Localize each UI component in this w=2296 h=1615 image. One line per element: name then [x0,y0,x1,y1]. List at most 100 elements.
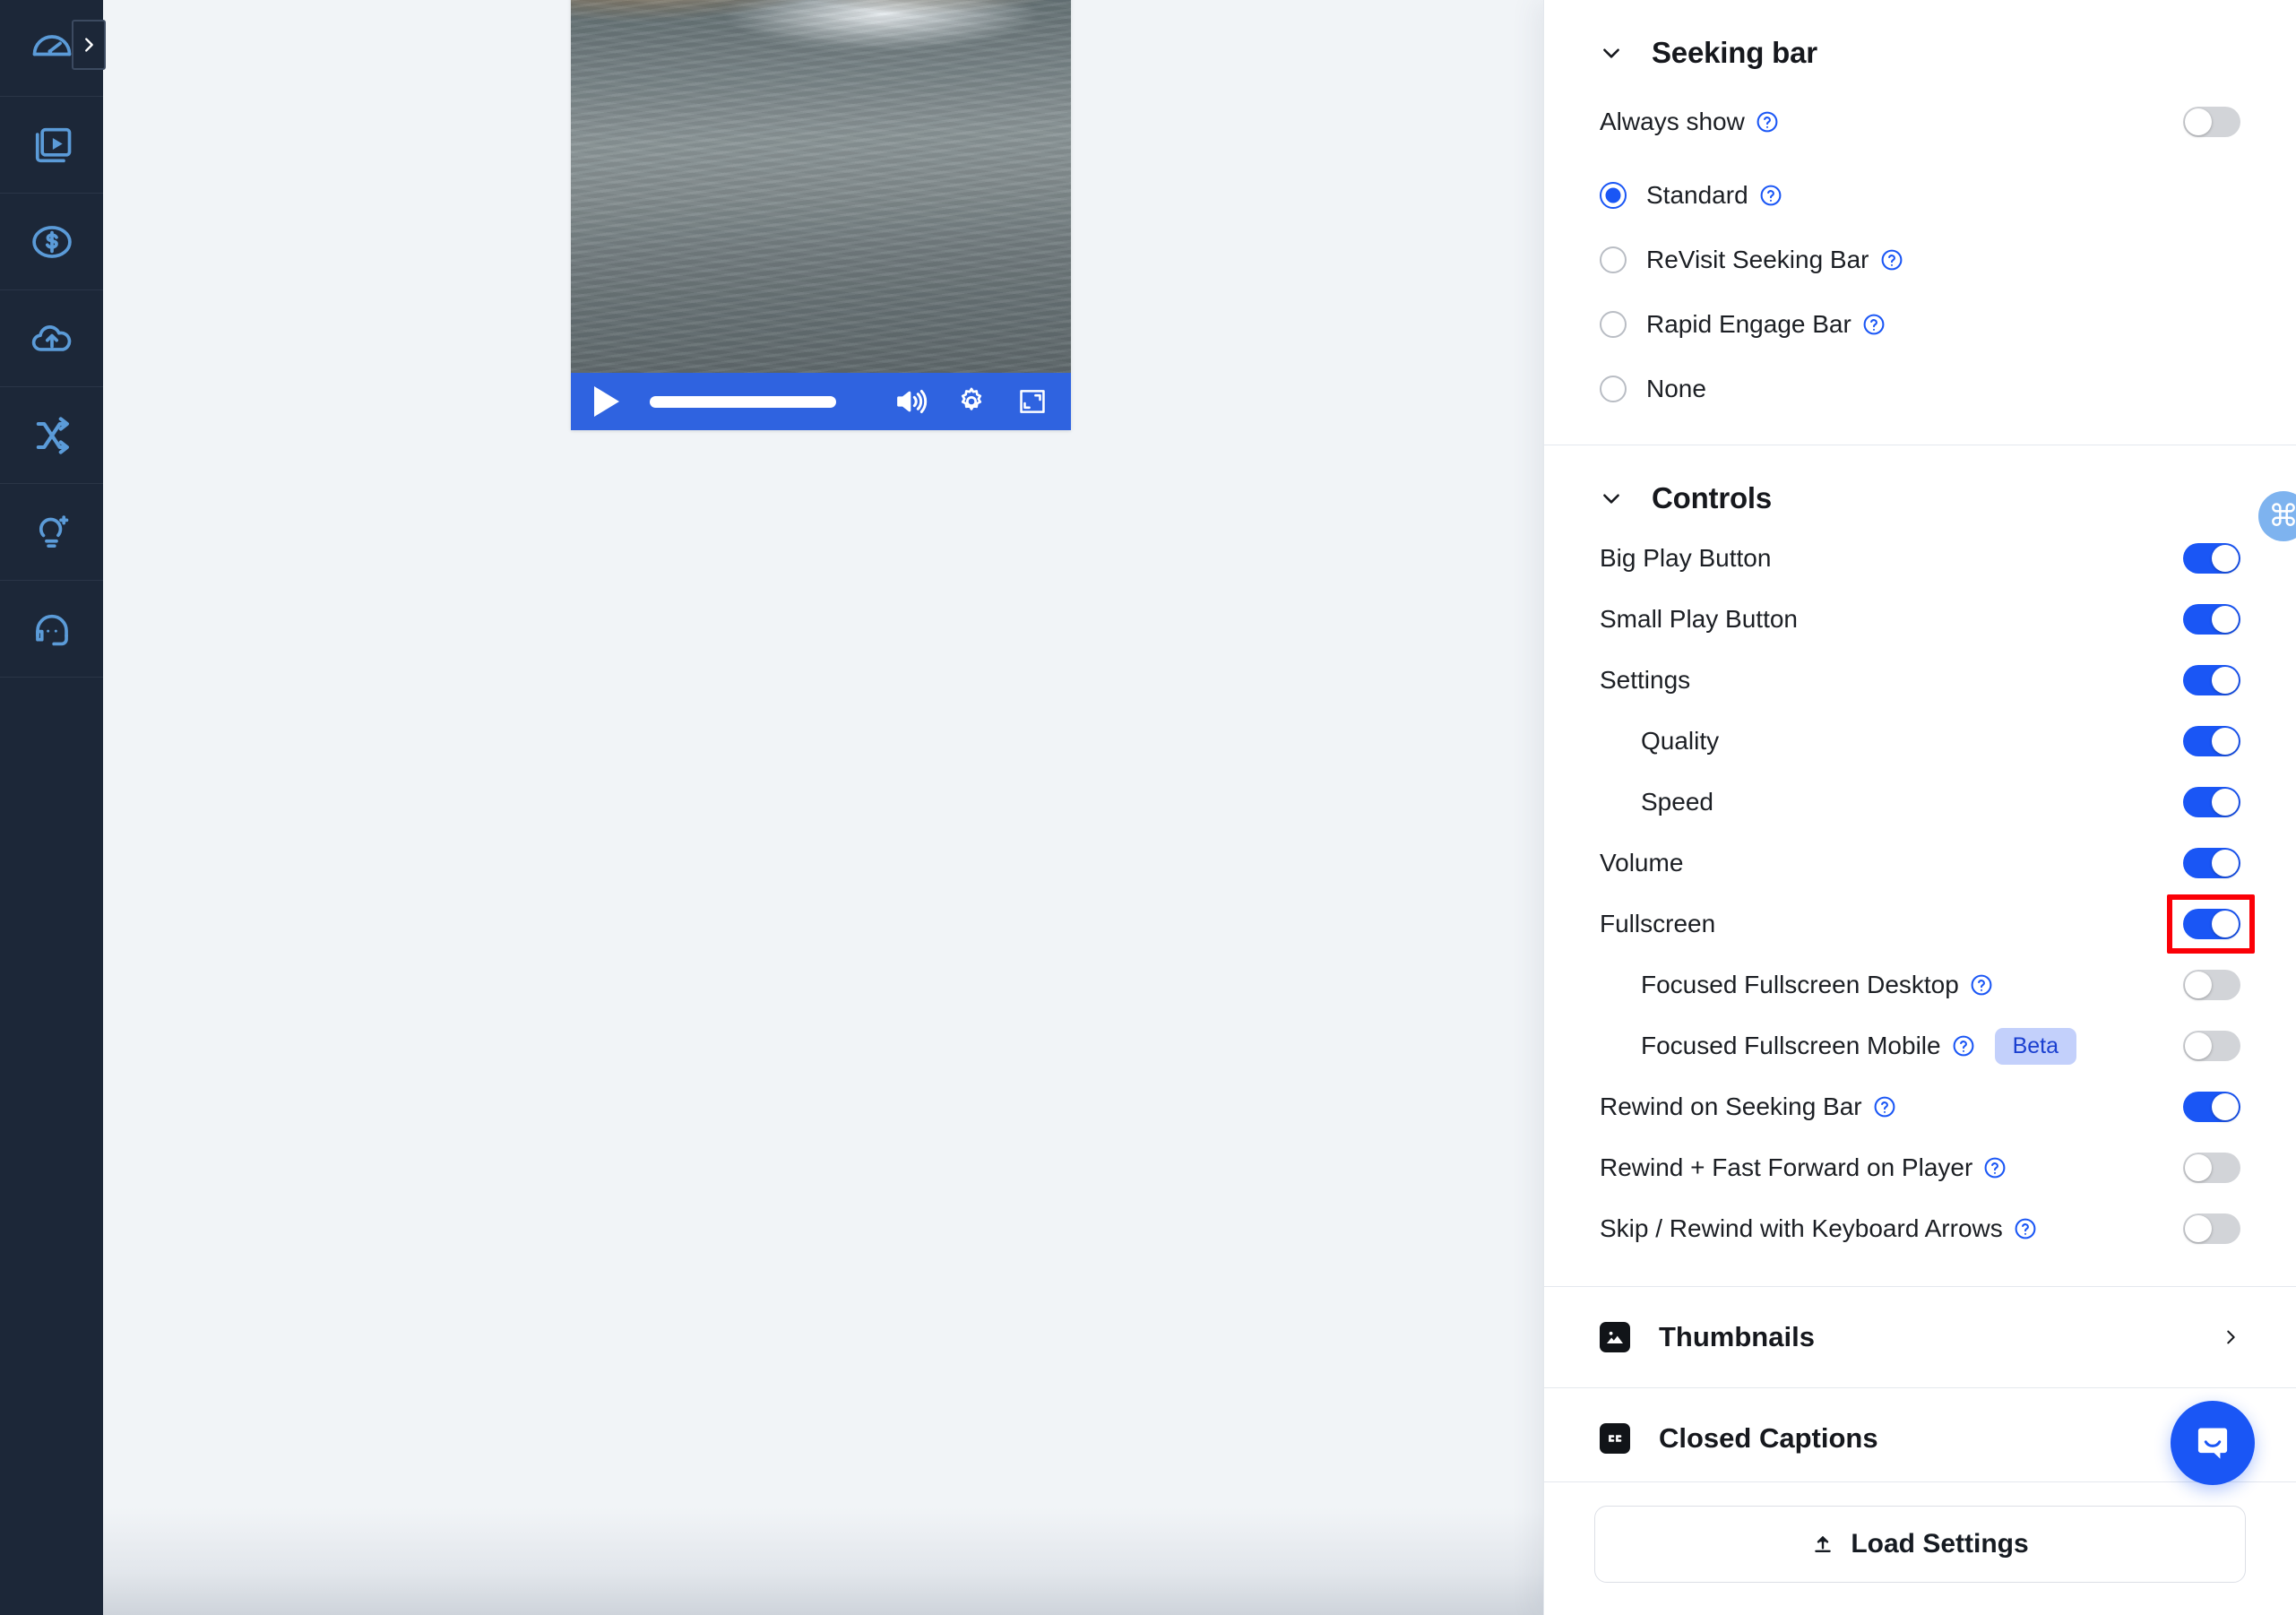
setting-label: Fullscreen [1600,910,1716,937]
toggle-fullscreen[interactable] [2183,909,2240,939]
play-icon[interactable] [594,386,619,417]
radio-none[interactable] [1600,376,1627,402]
lightbulb-sparkle-icon [39,514,68,548]
toggle-knob [2212,789,2239,816]
toggle-knob [2212,1093,2239,1120]
section-header-seeking-bar[interactable]: Seeking bar [1600,0,2240,70]
section-header-controls[interactable]: Controls [1600,445,2240,515]
setting-label: Big Play Button [1600,544,1772,572]
sidebar-item-videos[interactable] [0,97,103,194]
setting-label: Focused Fullscreen Desktop [1641,971,1959,998]
speedometer-icon [32,34,71,56]
toggle-knob [2185,1154,2212,1181]
help-icon[interactable] [1756,110,1779,134]
setting-label: Rewind on Seeking Bar [1600,1092,1862,1120]
section-title: Seeking bar [1652,36,1817,69]
seek-bar[interactable] [650,395,836,408]
radio-rapid-engage-bar[interactable] [1600,311,1627,338]
help-icon[interactable] [1970,973,1993,997]
setting-label: Small Play Button [1600,605,1798,633]
settings-panel-scroll[interactable]: Seeking bar Always show Standard ReVisit… [1544,0,2296,1481]
load-settings-label: Load Settings [1851,1529,2029,1559]
toggle-rewind-fast-forward-on-player[interactable] [2183,1153,2240,1183]
radio-label: ReVisit Seeking Bar [1646,246,1869,273]
setting-row-speed: Speed [1600,772,2240,833]
toggle-knob [2212,728,2239,755]
sidebar-item-upload[interactable] [0,290,103,387]
radio-row-standard[interactable]: Standard [1600,163,2240,228]
sidebar-item-ai-ideas[interactable] [0,484,103,581]
toggle-focused-fullscreen-mobile[interactable] [2183,1031,2240,1061]
toggle-wrap [2183,107,2240,137]
section-controls: Controls Big Play Button Small Play Butt… [1544,445,2296,1259]
help-icon[interactable] [1952,1034,1975,1058]
toggle-wrap [2183,848,2240,878]
volume-icon[interactable] [892,383,929,420]
video-frame [571,0,1071,373]
toggle-skip-rewind-keyboard-arrows[interactable] [2183,1213,2240,1244]
toggle-volume[interactable] [2183,848,2240,878]
sidebar-item-shuffle[interactable] [0,387,103,484]
highlighted-toggle-wrap [2167,894,2255,954]
toggle-big-play-button[interactable] [2183,543,2240,574]
nav-section-label: Thumbnails [1659,1321,1815,1352]
radio-row-revisit-seeking-bar[interactable]: ReVisit Seeking Bar [1600,228,2240,292]
help-icon[interactable] [1862,313,1886,336]
setting-row-rewind-fast-forward-on-player: Rewind + Fast Forward on Player [1600,1137,2240,1198]
load-settings-button[interactable]: Load Settings [1594,1506,2246,1583]
toggle-wrap [2183,1092,2240,1122]
sidebar-expand-button[interactable] [72,20,106,70]
setting-row-big-play-button: Big Play Button [1600,528,2240,589]
setting-label: Quality [1641,727,1720,755]
toggle-knob [2212,606,2239,633]
help-icon[interactable] [1759,184,1782,207]
headset-icon [35,614,68,645]
panel-footer: Load Settings [1544,1481,2296,1615]
setting-row-quality: Quality [1600,711,2240,772]
setting-label: Speed [1641,788,1713,816]
chevron-right-icon [85,38,93,52]
toggle-quality[interactable] [2183,726,2240,756]
toggle-small-play-button[interactable] [2183,604,2240,635]
intercom-messenger-button[interactable] [2171,1401,2255,1485]
setting-row-fullscreen: Fullscreen [1600,894,2255,954]
chevron-right-icon [2227,1330,2235,1344]
toggle-always-show[interactable] [2183,107,2240,137]
radio-revisit-seeking-bar[interactable] [1600,246,1627,273]
help-icon[interactable] [1880,248,1903,272]
toggle-rewind-on-seeking-bar[interactable] [2183,1092,2240,1122]
sidebar-item-monetization[interactable] [0,194,103,290]
toggle-wrap [2183,1153,2240,1183]
toggle-wrap [2183,1213,2240,1244]
setting-label: Focused Fullscreen Mobile [1641,1032,1941,1059]
toggle-wrap [2183,543,2240,574]
sidebar-item-support[interactable] [0,581,103,678]
left-nav-rail [0,0,106,1615]
radio-row-none[interactable]: None [1600,357,2240,421]
toggle-focused-fullscreen-desktop[interactable] [2183,970,2240,1000]
setting-row-skip-rewind-keyboard-arrows: Skip / Rewind with Keyboard Arrows [1600,1198,2240,1259]
chevron-down-icon [1603,48,1619,58]
toggle-knob [2212,545,2239,572]
fullscreen-icon[interactable] [1014,383,1051,420]
dollar-coin-icon [31,225,72,258]
image-icon [1600,1322,1630,1352]
radio-row-rapid-engage-bar[interactable]: Rapid Engage Bar [1600,292,2240,357]
toggle-wrap [2183,1031,2240,1061]
toggle-speed[interactable] [2183,787,2240,817]
video-player-preview[interactable] [571,0,1071,430]
setting-label: Always show [1600,108,1745,135]
nav-section-thumbnails[interactable]: Thumbnails [1544,1287,2296,1387]
help-icon[interactable] [1873,1095,1896,1118]
gear-icon[interactable] [953,383,990,420]
setting-row-small-play-button: Small Play Button [1600,589,2240,650]
toggle-settings[interactable] [2183,665,2240,695]
intercom-messenger-icon [2197,1428,2228,1459]
help-icon[interactable] [2014,1217,2037,1240]
radio-standard[interactable] [1600,182,1627,209]
upload-arrow-icon [1815,1536,1832,1552]
setting-label: Rewind + Fast Forward on Player [1600,1153,1973,1181]
toggle-knob [2185,972,2212,998]
setting-row-always-show: Always show [1600,91,2240,152]
help-icon[interactable] [1983,1156,2007,1179]
